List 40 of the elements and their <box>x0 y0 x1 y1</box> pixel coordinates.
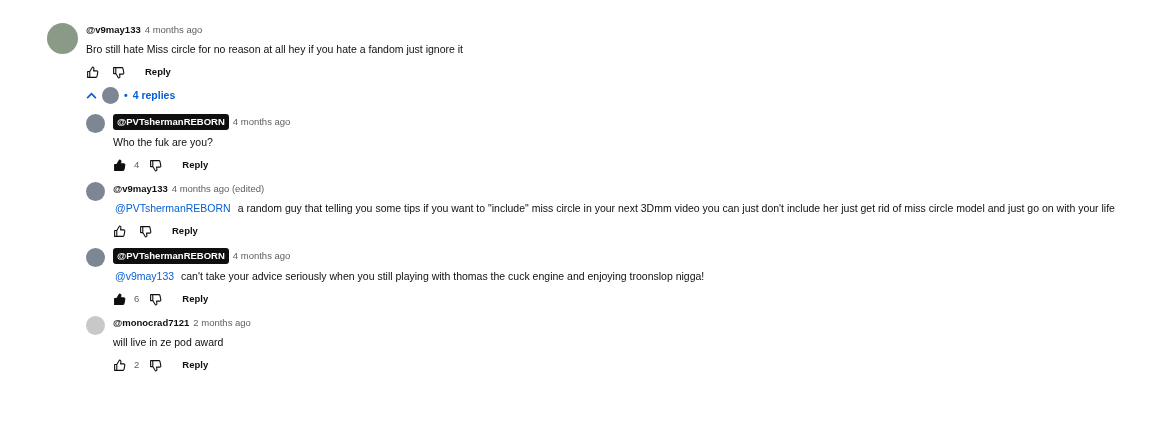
dislike-button[interactable] <box>149 292 163 306</box>
author-name[interactable]: @PVTshermanREBORN <box>113 248 229 265</box>
author-name[interactable]: @PVTshermanREBORN <box>113 114 229 131</box>
comment-text: Bro still hate Miss circle for no reason at all hey if you hate a fandom just ignore it <box>86 42 464 58</box>
author-name[interactable]: @monocrad7121 <box>113 316 190 331</box>
reply-button[interactable]: Reply <box>145 64 171 80</box>
like-button[interactable] <box>113 292 126 306</box>
comment-text: will live in ze pod award <box>113 335 225 351</box>
avatar[interactable] <box>86 182 105 201</box>
dislike-button[interactable] <box>149 358 163 372</box>
timestamp[interactable]: 4 months ago <box>144 23 203 38</box>
reply-button[interactable]: Reply <box>182 357 209 373</box>
comment-text: Who the fuk are you? <box>113 135 214 151</box>
comment-text: @v9may133 can't take your advice seriously when you still playing with thomas the cuck engine and enjoying troonslop nigga! <box>114 269 705 285</box>
replies-toggle[interactable]: • 4 replies <box>86 87 176 104</box>
comment-text: @PVTshermanREBORN a random guy that telling you some tips if you want to "include" miss circle in your next 3Dmm video you can just don't include her just get rid of miss circle model and just go on with your life <box>114 201 1115 217</box>
timestamp[interactable]: 2 months ago <box>193 316 251 331</box>
dislike-button[interactable] <box>149 158 163 172</box>
reply-button[interactable]: Reply <box>182 157 209 173</box>
avatar[interactable] <box>86 248 105 267</box>
like-count: 2 <box>134 357 140 372</box>
author-name[interactable]: @v9may133 <box>113 182 168 197</box>
like-count: 6 <box>134 291 140 306</box>
avatar[interactable] <box>47 23 78 54</box>
dislike-button[interactable] <box>112 65 125 79</box>
like-button[interactable] <box>113 158 126 172</box>
avatar[interactable] <box>86 114 105 133</box>
timestamp[interactable]: 4 months ago <box>232 115 291 130</box>
like-count: 4 <box>134 157 140 172</box>
timestamp[interactable]: 4 months ago <box>232 249 291 264</box>
reply-button[interactable]: Reply <box>182 291 209 307</box>
like-button[interactable] <box>113 358 126 372</box>
timestamp[interactable]: 4 months ago (edited) <box>171 182 265 197</box>
avatar-icon <box>102 87 119 104</box>
reply-button[interactable]: Reply <box>172 223 198 239</box>
dislike-button[interactable] <box>139 224 152 238</box>
chevron-up-icon <box>86 92 97 99</box>
like-button[interactable] <box>113 224 126 238</box>
like-button[interactable] <box>86 65 99 79</box>
author-name[interactable]: @v9may133 <box>86 23 141 38</box>
